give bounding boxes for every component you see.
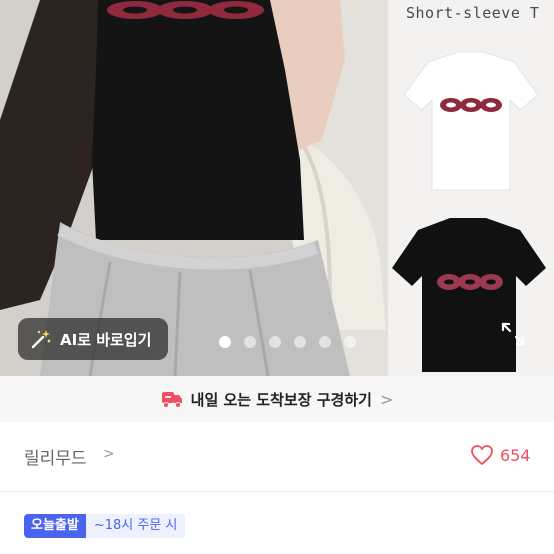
same-day-shipping-badge: 오늘출발	[24, 514, 86, 538]
like-count: 654	[500, 445, 531, 465]
order-cutoff-badge: ~18시 주문 시	[85, 514, 186, 538]
ai-try-on-label: AI로 바로입기	[60, 330, 152, 349]
magic-wand-icon	[31, 330, 51, 349]
carousel-dot[interactable]	[344, 336, 356, 348]
delivery-banner-text: 내일 오는 도착보장 구경하기	[190, 390, 372, 409]
carousel-dot[interactable]	[319, 336, 331, 348]
chevron-right-icon: >	[379, 389, 394, 409]
delivery-truck-icon	[161, 392, 182, 408]
shipping-badge-group: 오늘출발 ~18시 주문 시	[24, 514, 186, 538]
like-button[interactable]: 654	[470, 444, 531, 466]
flatlay-caption: Short-sleeve T	[406, 4, 540, 22]
section-divider	[0, 491, 554, 492]
guaranteed-delivery-banner[interactable]: 내일 오는 도착보장 구경하기 >	[0, 376, 554, 422]
truncated-content-row	[24, 546, 544, 554]
carousel-dot[interactable]	[294, 336, 306, 348]
carousel-indicator	[219, 336, 356, 348]
carousel-dot[interactable]	[219, 336, 231, 348]
product-tshirts-illustration	[392, 51, 546, 372]
carousel-dot[interactable]	[244, 336, 256, 348]
store-name-link[interactable]: 릴리무드	[24, 444, 87, 469]
ai-try-on-button[interactable]: AI로 바로입기	[18, 318, 168, 360]
store-info-row: 릴리무드 > 654	[0, 432, 554, 480]
carousel-dot[interactable]	[269, 336, 281, 348]
chevron-right-icon[interactable]: >	[103, 446, 115, 462]
expand-icon[interactable]	[500, 321, 526, 347]
heart-icon	[471, 445, 493, 465]
product-image-gallery[interactable]: Short-sleeve T AI로 바로입기	[0, 0, 554, 376]
product-flatlay-panel: Short-sleeve T	[388, 0, 554, 376]
